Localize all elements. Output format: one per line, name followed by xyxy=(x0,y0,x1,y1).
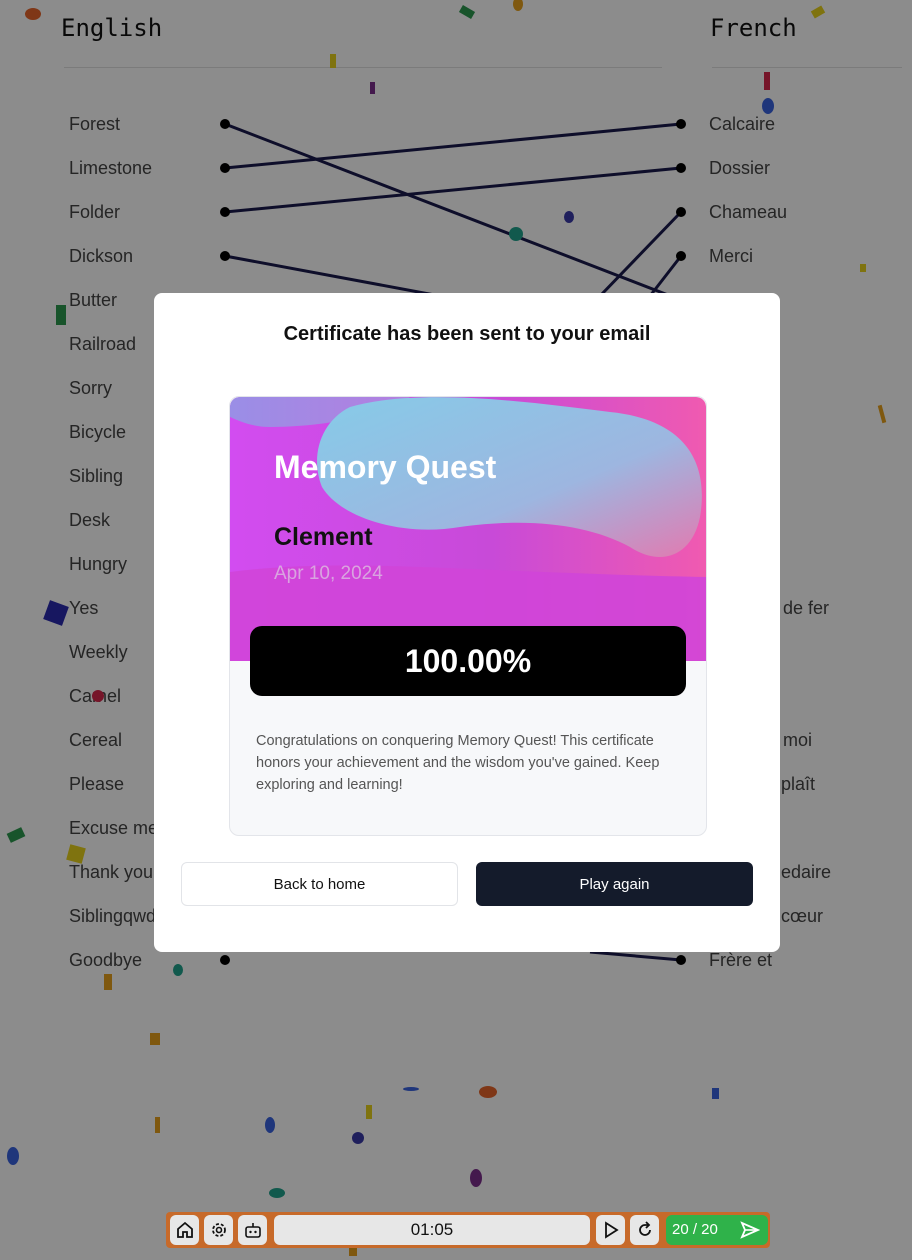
play-again-button[interactable]: Play again xyxy=(476,862,753,906)
certificate-player-name: Clement xyxy=(274,523,373,551)
progress-counter: 20 / 20 xyxy=(672,1221,718,1238)
restart-button[interactable] xyxy=(630,1215,659,1245)
certificate-message: Congratulations on conquering Memory Que… xyxy=(256,733,660,793)
game-toolbar: 01:05 20 / 20 xyxy=(166,1212,770,1248)
robot-icon xyxy=(244,1223,261,1238)
game-timer: 01:05 xyxy=(274,1215,590,1245)
modal-title: Certificate has been sent to your email xyxy=(283,323,651,345)
restart-icon xyxy=(638,1221,651,1236)
certificate-score: 100.00% xyxy=(250,626,686,696)
robot-button[interactable] xyxy=(238,1215,267,1245)
certificate-quest-name: Memory Quest xyxy=(274,449,497,485)
certificate-hero: Memory Quest Clement Apr 10, 2024 xyxy=(230,397,706,661)
home-icon xyxy=(176,1221,193,1238)
back-to-home-button[interactable]: Back to home xyxy=(181,862,458,906)
play-icon xyxy=(604,1221,619,1239)
play-button[interactable] xyxy=(596,1215,625,1245)
certificate-card: Memory Quest Clement Apr 10, 2024 100.00… xyxy=(229,396,707,836)
certificate-modal: Certificate has been sent to your email xyxy=(154,293,780,952)
submit-score-button[interactable]: 20 / 20 xyxy=(666,1215,768,1245)
certificate-date: Apr 10, 2024 xyxy=(274,563,383,584)
home-button[interactable] xyxy=(170,1215,199,1245)
send-icon xyxy=(740,1221,760,1239)
gear-icon xyxy=(211,1223,226,1237)
settings-button[interactable] xyxy=(204,1215,233,1245)
